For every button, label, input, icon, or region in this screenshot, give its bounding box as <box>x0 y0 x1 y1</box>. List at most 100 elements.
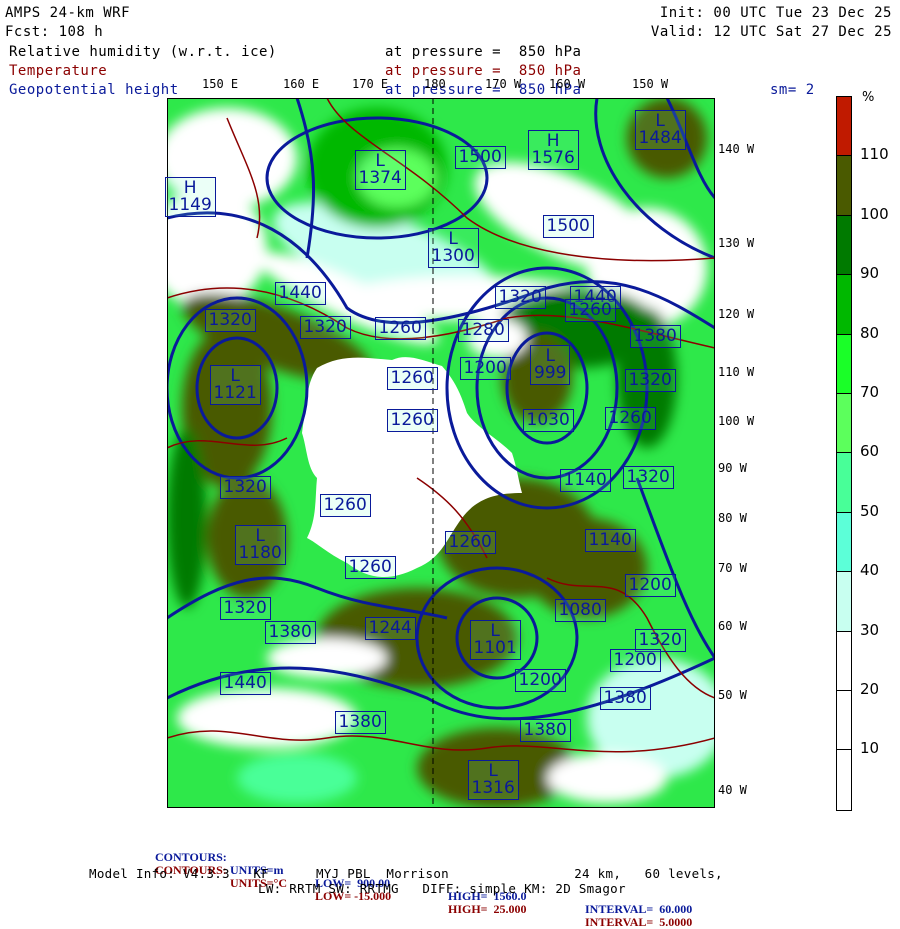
height-contour-label: 1380 <box>264 620 316 644</box>
colorbar-tick-label: 110 <box>860 145 889 164</box>
top-longitude-label: 170 E <box>352 77 389 91</box>
height-contour-label: L 1101 <box>469 620 521 660</box>
colorbar-tick-label: 90 <box>860 264 880 283</box>
height-contour-label: 1320 <box>299 315 351 339</box>
height-contour-label: 1380 <box>519 718 571 742</box>
colorbar-swatch <box>836 571 852 632</box>
right-longitude-label: 110 W <box>718 365 755 379</box>
colorbar-swatch <box>836 214 852 276</box>
height-contour-label: 1440 <box>274 281 326 305</box>
temp-interval: INTERVAL= 5.0000 <box>585 915 693 929</box>
colorbar-tick-label: 70 <box>860 383 880 401</box>
height-contour-label: 1260 <box>319 493 371 517</box>
colorbar-swatch <box>836 452 852 513</box>
model-title: AMPS 24-km WRF <box>5 5 131 21</box>
height-contour-label: 1500 <box>542 214 594 238</box>
height-interval: INTERVAL= 60.000 <box>585 902 693 916</box>
temp-high: HIGH= 25.000 <box>448 902 527 916</box>
temp-contours-info: CONTOURS: UNITS=°C LOW= -15.000 HIGH= 25… <box>155 851 755 929</box>
height-contour-label: L 1300 <box>427 228 479 268</box>
top-longitude-label: 180 <box>424 77 446 91</box>
top-longitude-label: 160 W <box>549 77 586 91</box>
right-longitude-label: 130 W <box>718 236 755 250</box>
height-contour-label: L 1180 <box>234 525 286 565</box>
height-contour-label: 1320 <box>219 596 271 620</box>
height-contour-label: 1260 <box>604 406 656 430</box>
top-longitude-label: 170 W <box>485 77 522 91</box>
smoothing-label: sm= 2 <box>770 82 815 98</box>
height-contour-label: H 1149 <box>164 177 216 217</box>
colorbar-tick-label: 20 <box>860 680 880 698</box>
colorbar-swatch <box>836 393 852 454</box>
field-rh-level: at pressure = 850 hPa <box>385 44 582 60</box>
height-contour-label: 1200 <box>514 668 566 692</box>
colorbar-swatch <box>836 96 852 157</box>
height-contour-label: 1030 <box>522 408 574 432</box>
height-contour-label: 1140 <box>584 528 636 552</box>
forecast-hour: Fcst: 108 h <box>5 24 104 40</box>
field-temp-name: Temperature <box>9 63 108 79</box>
field-rh-name: Relative humidity (w.r.t. ice) <box>9 44 277 60</box>
right-longitude-label: 140 W <box>718 142 755 156</box>
height-contour-label: L 1374 <box>354 150 406 190</box>
height-contour-label: 1320 <box>204 308 256 332</box>
height-contour-label: L 1316 <box>467 760 519 800</box>
height-contour-label: 1260 <box>386 366 438 390</box>
colorbar-swatch <box>836 155 852 216</box>
height-contour-label: 1260 <box>386 408 438 432</box>
height-contour-label: 1280 <box>457 318 509 342</box>
height-contour-label: 1080 <box>554 598 606 622</box>
height-contour-label: 1260 <box>374 316 426 340</box>
height-contour-label: 1380 <box>599 686 651 710</box>
height-contour-label: 1200 <box>624 573 676 597</box>
init-time: Init: 00 UTC Tue 23 Dec 25 <box>659 5 892 21</box>
height-contour-label: 1140 <box>559 468 611 492</box>
colorbar-swatch <box>836 749 852 811</box>
model-info-line1: Model Info: V4.3.3 KF MYJ PBL Morrison 2… <box>89 866 723 881</box>
height-contour-label: 1260 <box>344 555 396 579</box>
right-longitude-label: 100 W <box>718 414 755 428</box>
right-longitude-label: 80 W <box>718 511 747 525</box>
height-contour-label: 1320 <box>622 465 674 489</box>
height-contour-label: 1380 <box>629 324 681 348</box>
height-contour-label: L 999 <box>530 345 571 385</box>
height-contour-label: 1320 <box>219 475 271 499</box>
height-contour-label: L 1121 <box>209 365 261 405</box>
colorbar-swatch <box>836 333 852 394</box>
height-contour-label: 1320 <box>494 285 546 309</box>
top-longitude-label: 150 E <box>202 77 239 91</box>
right-longitude-label: 70 W <box>718 561 747 575</box>
right-longitude-label: 50 W <box>718 688 747 702</box>
top-longitude-label: 160 E <box>283 77 320 91</box>
height-contour-label: 1244 <box>364 616 416 640</box>
height-contours-info: CONTOURS: UNITS=m LOW= 900.00 HIGH= 1560… <box>155 838 755 916</box>
height-contour-label: L 1484 <box>634 110 686 150</box>
model-info-line2: LW: RRTM SW: RRTMG DIFF: simple KM: 2D S… <box>258 881 626 896</box>
height-contour-label: 1200 <box>609 648 661 672</box>
height-contour-label: 1200 <box>459 356 511 380</box>
right-longitude-label: 90 W <box>718 461 747 475</box>
colorbar-tick-label: 80 <box>860 323 880 342</box>
colorbar-tick-label: 40 <box>860 561 880 580</box>
top-longitude-label: 150 W <box>632 77 669 91</box>
height-contour-label: 1440 <box>219 671 271 695</box>
field-height-name: Geopotential height <box>9 82 179 98</box>
height-contour-label: 1260 <box>564 298 616 322</box>
height-contour-label: 1260 <box>444 530 496 554</box>
colorbar-tick-label: 30 <box>860 620 880 639</box>
height-contour-label: 1380 <box>334 710 386 734</box>
colorbar-swatch <box>836 690 852 751</box>
colorbar-tick-label: 100 <box>860 204 889 223</box>
height-contour-label: 1320 <box>624 368 676 392</box>
right-longitude-label: 40 W <box>718 783 747 797</box>
colorbar-tick-label: 50 <box>860 501 880 520</box>
height-contour-label: H 1576 <box>527 130 579 170</box>
colorbar-unit: % <box>862 90 875 105</box>
colorbar-swatch <box>836 630 852 691</box>
right-longitude-label: 120 W <box>718 307 755 321</box>
right-longitude-label: 60 W <box>718 619 747 633</box>
valid-time: Valid: 12 UTC Sat 27 Dec 25 <box>650 24 892 40</box>
colorbar-swatch <box>836 511 852 573</box>
colorbar-tick-label: 10 <box>860 739 880 758</box>
height-contour-label: 1500 <box>454 145 506 169</box>
